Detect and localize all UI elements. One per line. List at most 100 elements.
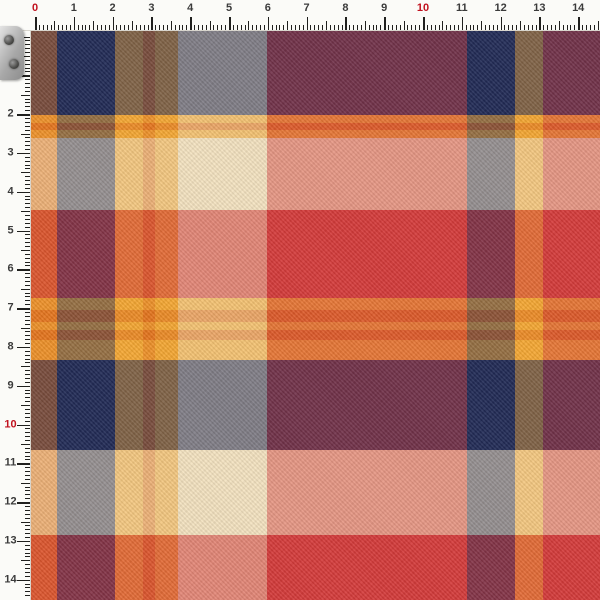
ruler-tick: [555, 25, 556, 31]
ruler-tick: [446, 25, 447, 31]
ruler-tick: [17, 192, 30, 194]
ruler-tick: [25, 44, 31, 45]
ruler-tick: [245, 25, 246, 31]
ruler-tick: [206, 25, 207, 31]
ruler-tick: [17, 386, 30, 388]
ruler-tick: [25, 432, 31, 433]
metal-hinge: [0, 26, 24, 80]
ruler-tick: [450, 25, 451, 31]
ruler-tick: [25, 184, 31, 185]
ruler-top-number: 12: [494, 3, 506, 14]
ruler-tick: [17, 231, 30, 233]
ruler-tick: [17, 580, 30, 582]
ruler-tick: [508, 25, 509, 31]
ruler-tick: [442, 21, 443, 30]
ruler-tick: [25, 591, 31, 592]
ruler-tick: [25, 219, 31, 220]
ruler-tick: [376, 25, 377, 31]
ruler-tick: [25, 242, 31, 243]
ruler-tick: [17, 269, 30, 271]
ruler-tick: [303, 25, 304, 31]
ruler-tick: [25, 409, 31, 410]
ruler-tick: [528, 25, 529, 31]
ruler-tick: [25, 145, 31, 146]
ruler-tick: [21, 95, 30, 96]
ruler-tick: [404, 21, 405, 30]
ruler-tick: [25, 273, 31, 274]
ruler-tick: [25, 265, 31, 266]
ruler-tick: [25, 506, 31, 507]
ruler-tick: [62, 25, 63, 31]
ruler-tick: [25, 106, 31, 107]
ruler-tick: [25, 293, 31, 294]
ruler-tick: [21, 522, 30, 523]
ruler-tick: [497, 25, 498, 31]
ruler-tick: [504, 25, 505, 31]
ruler-tick: [51, 25, 52, 31]
ruler-tick: [291, 25, 292, 31]
ruler-tick: [17, 425, 30, 427]
ruler-tick: [25, 130, 31, 131]
ruler-tick: [384, 17, 386, 30]
ruler-tick: [256, 25, 257, 31]
ruler-tick: [25, 137, 31, 138]
ruler-tick: [25, 87, 31, 88]
ruler-tick: [25, 370, 31, 371]
ruler-tick: [25, 238, 31, 239]
ruler-tick: [25, 359, 31, 360]
ruler-tick: [338, 25, 339, 31]
ruler-tick: [396, 25, 397, 31]
ruler-tick: [567, 25, 568, 31]
ruler-tick: [70, 25, 71, 31]
ruler-tick: [25, 285, 31, 286]
ruler-tick: [225, 25, 226, 31]
ruler-tick: [25, 417, 31, 418]
ruler-tick: [415, 25, 416, 31]
ruler-tick: [25, 180, 31, 181]
ruler-tick: [25, 141, 31, 142]
ruler-tick: [25, 60, 31, 61]
ruler-tick: [25, 382, 31, 383]
ruler-tick: [167, 25, 168, 31]
ruler-tick: [25, 79, 31, 80]
ruler-tick: [431, 25, 432, 31]
ruler-tick: [547, 25, 548, 31]
ruler-tick: [365, 21, 366, 30]
ruler-tick: [210, 21, 211, 30]
ruler-tick: [21, 328, 30, 329]
ruler-left: 1234567891011121314: [0, 0, 31, 600]
ruler-tick: [233, 25, 234, 31]
ruler-tick: [345, 17, 347, 30]
ruler-tick: [334, 25, 335, 31]
ruler-tick: [326, 21, 327, 30]
ruler-tick: [105, 25, 106, 31]
ruler-tick: [578, 17, 580, 30]
ruler-tick: [25, 490, 31, 491]
ruler-tick: [39, 25, 40, 31]
ruler-tick: [25, 533, 31, 534]
ruler-tick: [198, 25, 199, 31]
ruler-tick: [477, 25, 478, 31]
ruler-tick: [407, 25, 408, 31]
ruler-tick: [25, 149, 31, 150]
ruler-top-number: 3: [148, 3, 154, 14]
ruler-tick: [25, 110, 31, 111]
ruler-tick: [307, 17, 309, 30]
ruler-top-number: 8: [342, 3, 348, 14]
ruler-tick: [276, 25, 277, 31]
ruler-tick: [361, 25, 362, 31]
ruler-tick: [159, 25, 160, 31]
ruler-top-number: 14: [572, 3, 584, 14]
ruler-tick: [295, 25, 296, 31]
ruler-tick: [171, 21, 172, 30]
ruler-tick: [25, 48, 31, 49]
ruler-tick: [21, 134, 30, 135]
ruler-tick: [512, 25, 513, 31]
ruler-tick: [582, 25, 583, 31]
ruler-top-number: 5: [226, 3, 232, 14]
ruler-tick: [25, 316, 31, 317]
ruler-tick: [25, 459, 31, 460]
ruler-tick: [17, 347, 30, 349]
ruler-tick: [25, 421, 31, 422]
ruler-tick: [493, 25, 494, 31]
